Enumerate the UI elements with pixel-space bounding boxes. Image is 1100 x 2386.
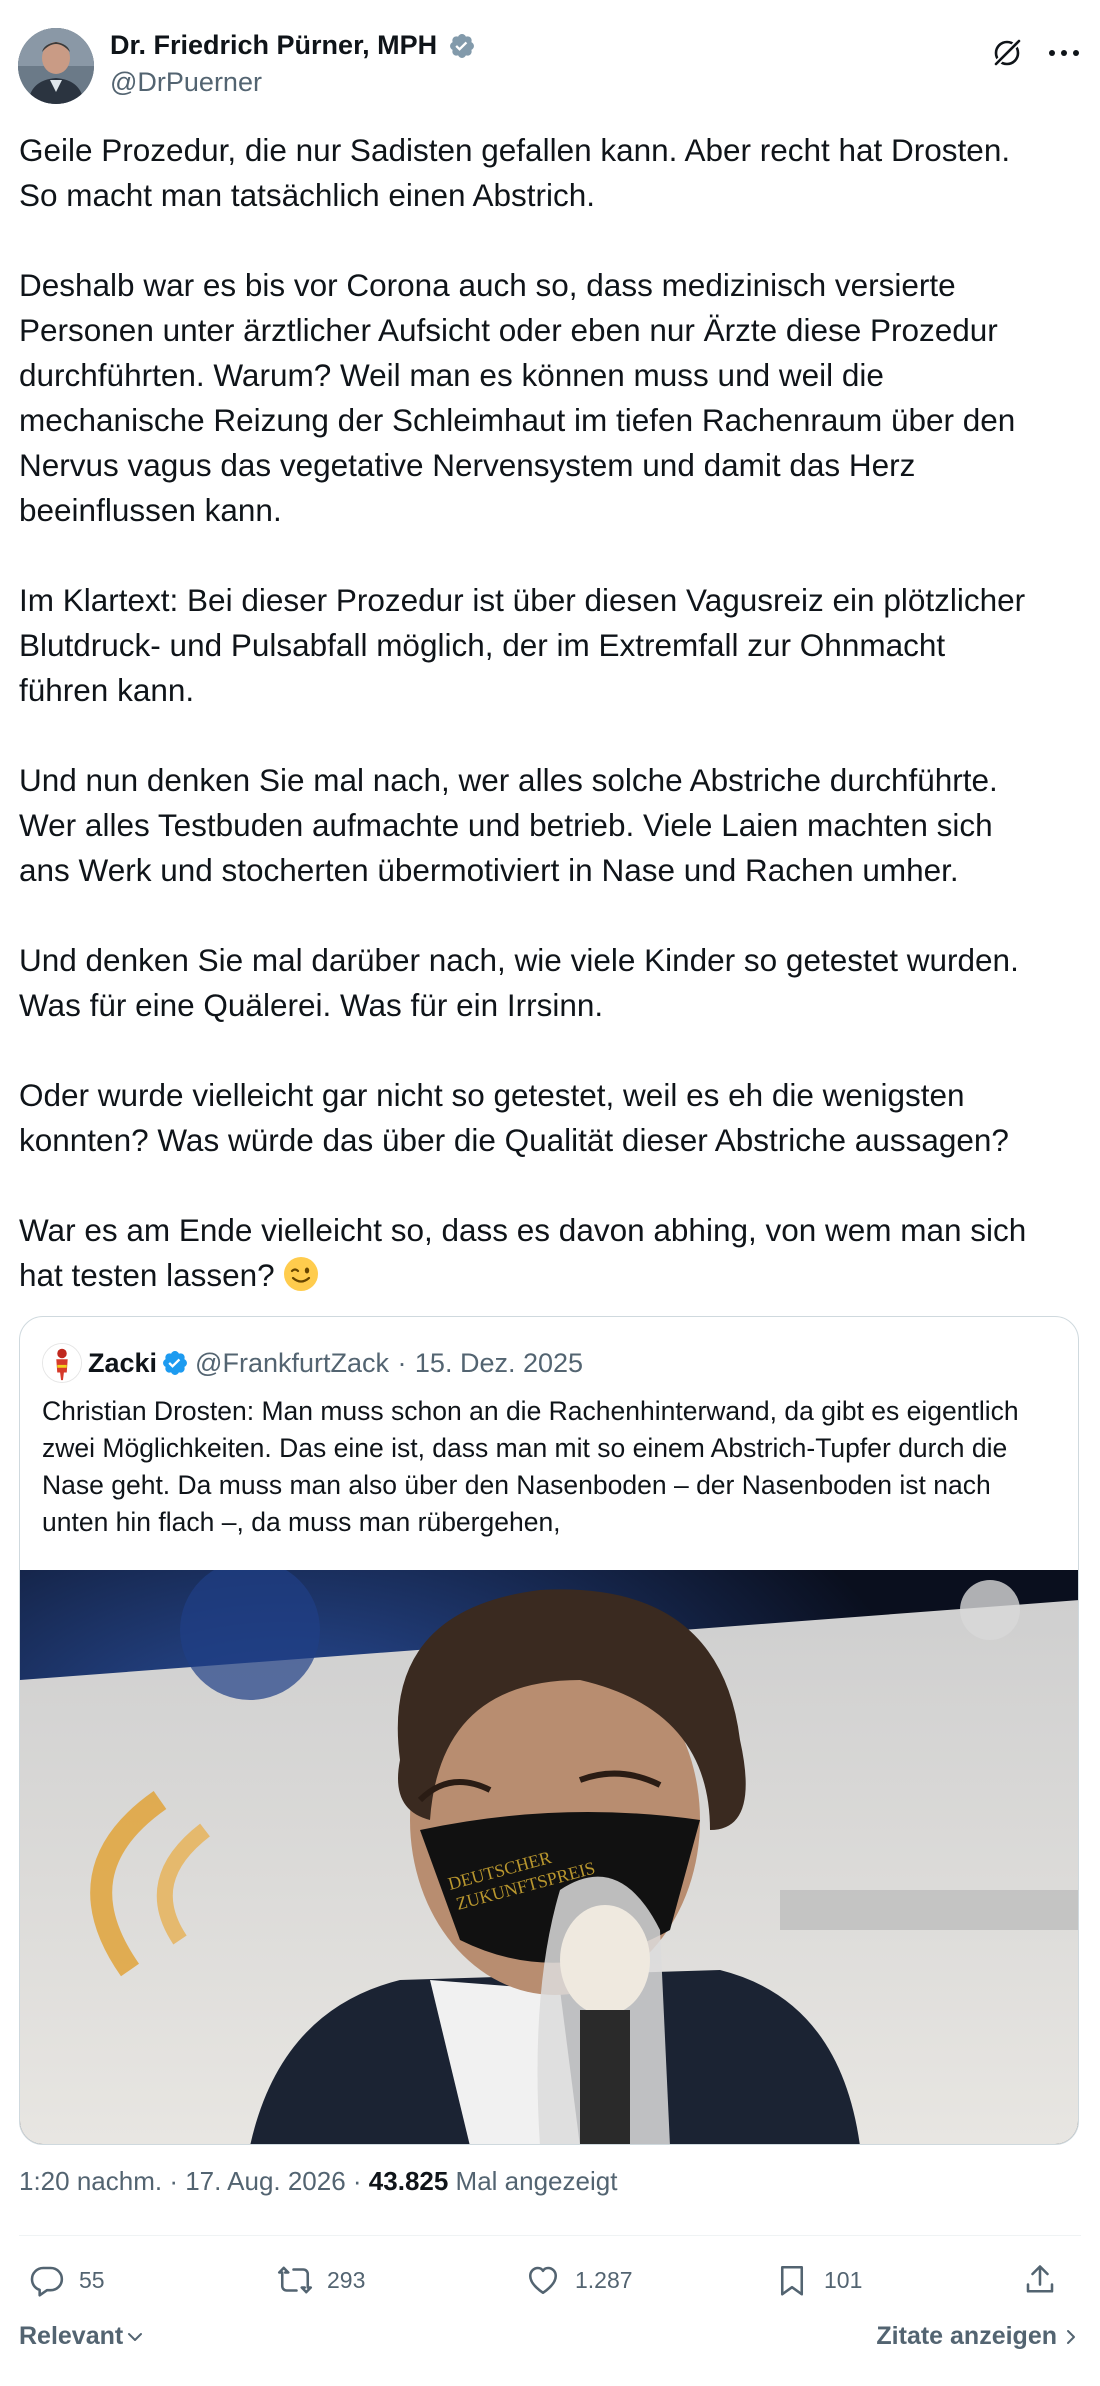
author-handle[interactable]: @DrPuerner [110,67,476,98]
tweet-header: Dr. Friedrich Pürner, MPH @DrPuerner [18,24,1082,104]
repost-button[interactable]: 293 [277,2255,365,2305]
quoted-author-avatar[interactable] [42,1343,82,1383]
tweet-date[interactable]: 17. Aug. 2026 [185,2166,345,2196]
quoted-tweet-text: Christian Drosten: Man muss schon an die… [42,1396,1019,1537]
replies-footer: Relevant Zitate anzeigen [19,2318,1081,2358]
winking-face-emoji-icon [284,1257,319,1291]
like-button[interactable]: 1.287 [525,2255,633,2305]
quoted-tweet-image[interactable]: DEUTSCHER ZUKUNFTSPREIS [20,1570,1079,2145]
bookmark-count: 101 [824,2266,863,2293]
quoted-tweet[interactable]: Zacki @FrankfurtZack · 15. Dez. 2025 Chr… [19,1316,1079,2145]
like-count: 1.287 [575,2266,633,2293]
bookmark-icon [780,2265,804,2296]
quotes-label: Zitate anzeigen [876,2322,1057,2350]
tweet-text: Geile Prozedur, die nur Sadisten gefalle… [19,128,1083,1298]
chevron-down-icon [128,2333,143,2341]
action-bar: 55 293 1.287 101 [19,2255,1081,2305]
tweet-meta: 1:20 nachm. · 17. Aug. 2026 · 43.825 Mal… [19,2166,617,2197]
verified-badge-icon[interactable] [448,32,476,60]
author-avatar[interactable] [18,28,94,104]
more-icon[interactable] [1046,36,1082,70]
verified-badge-icon[interactable] [161,1349,189,1377]
repost-count: 293 [327,2266,366,2293]
share-icon [1026,2265,1054,2293]
quoted-display-name[interactable]: Zacki [88,1348,157,1378]
grok-icon[interactable] [990,36,1024,70]
sort-dropdown[interactable]: Relevant [19,2322,145,2351]
meta-separator: · [162,2166,186,2196]
quoted-separator: · [397,1347,407,1378]
author-display-name[interactable]: Dr. Friedrich Pürner, MPH [110,30,437,61]
share-button[interactable] [1022,2255,1058,2305]
quoted-tweet-header: Zacki @FrankfurtZack · 15. Dez. 2025 [42,1343,583,1383]
bookmark-button[interactable]: 101 [774,2255,862,2305]
tweet-time[interactable]: 1:20 nachm. [19,2166,162,2196]
reply-button[interactable]: 55 [29,2255,105,2305]
sort-label: Relevant [19,2322,124,2350]
like-icon [528,2266,558,2295]
repost-icon [277,2266,313,2294]
divider [19,2235,1081,2236]
views-label: Mal angezeigt [448,2166,618,2196]
reply-icon [30,2266,64,2297]
view-quotes-link[interactable]: Zitate anzeigen [876,2322,1081,2351]
reply-count: 55 [79,2266,105,2293]
views-count: 43.825 [368,2166,449,2196]
author-name-block: Dr. Friedrich Pürner, MPH @DrPuerner [110,30,476,98]
meta-separator: · [345,2166,369,2196]
chevron-right-icon [1067,2330,1075,2344]
quoted-handle[interactable]: @FrankfurtZack [195,1348,389,1378]
quoted-date[interactable]: 15. Dez. 2025 [415,1348,583,1378]
tweet-body: Geile Prozedur, die nur Sadisten gefalle… [19,132,1027,1293]
